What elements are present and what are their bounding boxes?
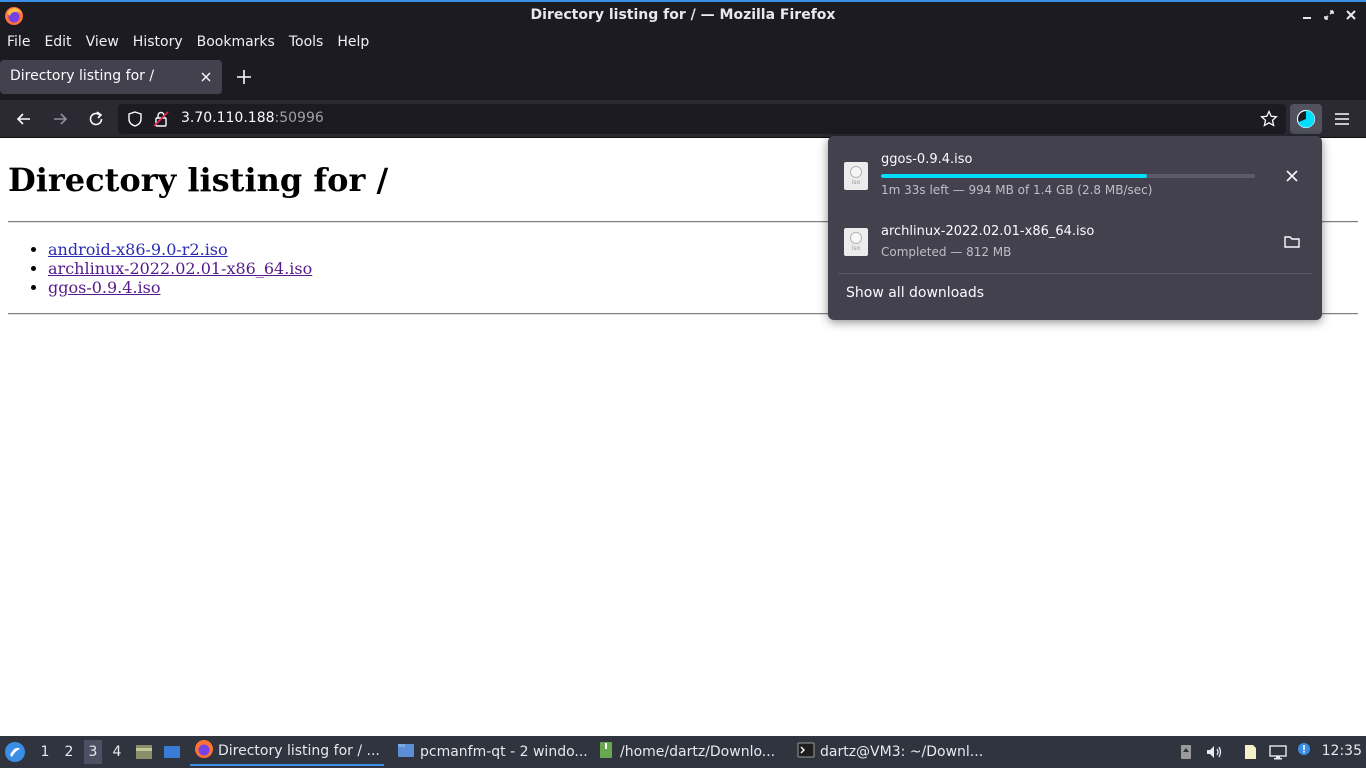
close-window-button[interactable] xyxy=(1344,8,1358,22)
menu-bookmarks[interactable]: Bookmarks xyxy=(190,30,282,54)
file-link-android[interactable]: android-x86-9.0-r2.iso xyxy=(48,240,228,259)
display-icon[interactable] xyxy=(1268,742,1288,762)
taskbar: 1 2 3 4 Directory listing for / ... pcma… xyxy=(0,736,1366,768)
shield-icon[interactable] xyxy=(126,110,144,128)
iso-file-icon: iso xyxy=(844,162,868,190)
download-status: 1m 33s left — 994 MB of 1.4 GB (2.8 MB/s… xyxy=(881,183,1153,197)
close-tab-icon[interactable] xyxy=(198,69,214,85)
menu-view[interactable]: View xyxy=(79,30,126,54)
downloads-button[interactable] xyxy=(1290,104,1322,134)
download-status: Completed — 812 MB xyxy=(881,245,1012,259)
minimize-button[interactable] xyxy=(1300,8,1314,22)
task-terminal[interactable]: dartz@VM3: ~/Downl... xyxy=(792,738,984,766)
file-link-archlinux[interactable]: archlinux-2022.02.01-x86_64.iso xyxy=(48,259,312,278)
reload-button[interactable] xyxy=(86,109,106,129)
terminal-icon xyxy=(796,740,816,764)
download-progress-fill xyxy=(881,174,1147,178)
file-manager-launcher-icon[interactable] xyxy=(134,742,154,762)
notification-icon[interactable] xyxy=(1294,742,1314,762)
show-all-downloads-button[interactable]: Show all downloads xyxy=(846,285,984,301)
start-menu-icon[interactable] xyxy=(4,741,26,763)
downloads-panel: iso ggos-0.9.4.iso 1m 33s left — 994 MB … xyxy=(828,136,1322,320)
window-title: Directory listing for / — Mozilla Firefo… xyxy=(530,7,836,23)
clock: 12:35 xyxy=(1321,743,1362,759)
firefox-icon xyxy=(194,739,214,763)
menu-file[interactable]: File xyxy=(0,30,37,54)
title-bar: Directory listing for / — Mozilla Firefo… xyxy=(0,0,1366,30)
navigation-toolbar: 3.70.110.188:50996 xyxy=(0,100,1366,138)
url-port: :50996 xyxy=(274,110,324,126)
url-host: 3.70.110.188 xyxy=(181,110,275,126)
tab-label: Directory listing for / xyxy=(10,68,155,84)
workspace-2[interactable]: 2 xyxy=(60,740,78,764)
app-menu-button[interactable] xyxy=(1332,109,1352,129)
menu-help[interactable]: Help xyxy=(330,30,376,54)
volume-icon[interactable] xyxy=(1204,742,1224,762)
open-folder-icon[interactable] xyxy=(1282,232,1302,252)
task-label: Directory listing for / ... xyxy=(218,743,380,759)
menu-edit[interactable]: Edit xyxy=(37,30,78,54)
clipboard-icon[interactable] xyxy=(1240,742,1260,762)
tab-bar: Directory listing for / xyxy=(0,54,1366,100)
task-label: /home/dartz/Downlo... xyxy=(620,744,776,760)
task-label: pcmanfm-qt - 2 windo... xyxy=(420,744,588,760)
task-label: dartz@VM3: ~/Downl... xyxy=(820,744,984,760)
task-firefox[interactable]: Directory listing for / ... xyxy=(190,738,384,766)
forward-button[interactable] xyxy=(50,109,70,129)
download-progress-icon xyxy=(1296,109,1316,129)
download-name: ggos-0.9.4.iso xyxy=(881,152,973,167)
menu-bar: File Edit View History Bookmarks Tools H… xyxy=(0,30,1366,54)
list-item: archlinux-2022.02.01-x86_64.iso xyxy=(48,259,312,278)
maximize-button[interactable] xyxy=(1322,8,1336,22)
iso-file-icon: iso xyxy=(844,228,868,256)
panel-separator xyxy=(838,273,1312,274)
list-item: ggos-0.9.4.iso xyxy=(48,278,312,297)
task-pcmanfm[interactable]: pcmanfm-qt - 2 windo... xyxy=(392,738,588,766)
lock-insecure-icon[interactable] xyxy=(152,110,170,128)
menu-tools[interactable]: Tools xyxy=(282,30,331,54)
page-heading: Directory listing for / xyxy=(8,161,389,199)
task-archive[interactable]: /home/dartz/Downlo... xyxy=(592,738,784,766)
workspace-1[interactable]: 1 xyxy=(36,740,54,764)
download-item-archlinux[interactable]: iso archlinux-2022.02.01-x86_64.iso Comp… xyxy=(828,208,1322,274)
download-name: archlinux-2022.02.01-x86_64.iso xyxy=(881,224,1095,239)
back-button[interactable] xyxy=(14,109,34,129)
file-list: android-x86-9.0-r2.iso archlinux-2022.02… xyxy=(48,240,312,297)
tab-directory-listing[interactable]: Directory listing for / xyxy=(0,60,222,94)
cancel-download-icon[interactable] xyxy=(1282,166,1302,186)
download-item-ggos[interactable]: iso ggos-0.9.4.iso 1m 33s left — 994 MB … xyxy=(828,142,1322,208)
folder-icon xyxy=(396,740,416,764)
archive-icon xyxy=(596,740,616,764)
menu-history[interactable]: History xyxy=(126,30,190,54)
bookmark-star-icon[interactable] xyxy=(1260,109,1278,128)
url-text: 3.70.110.188:50996 xyxy=(181,110,324,126)
workspace-4[interactable]: 4 xyxy=(108,740,126,764)
download-progress-bar xyxy=(881,174,1255,178)
network-tray-icon[interactable] xyxy=(1176,742,1196,762)
file-link-ggos[interactable]: ggos-0.9.4.iso xyxy=(48,278,161,297)
list-item: android-x86-9.0-r2.iso xyxy=(48,240,312,259)
show-desktop-icon[interactable] xyxy=(162,742,182,762)
new-tab-button[interactable] xyxy=(234,67,254,87)
workspace-3[interactable]: 3 xyxy=(84,740,102,764)
url-bar[interactable]: 3.70.110.188:50996 xyxy=(118,104,1286,134)
